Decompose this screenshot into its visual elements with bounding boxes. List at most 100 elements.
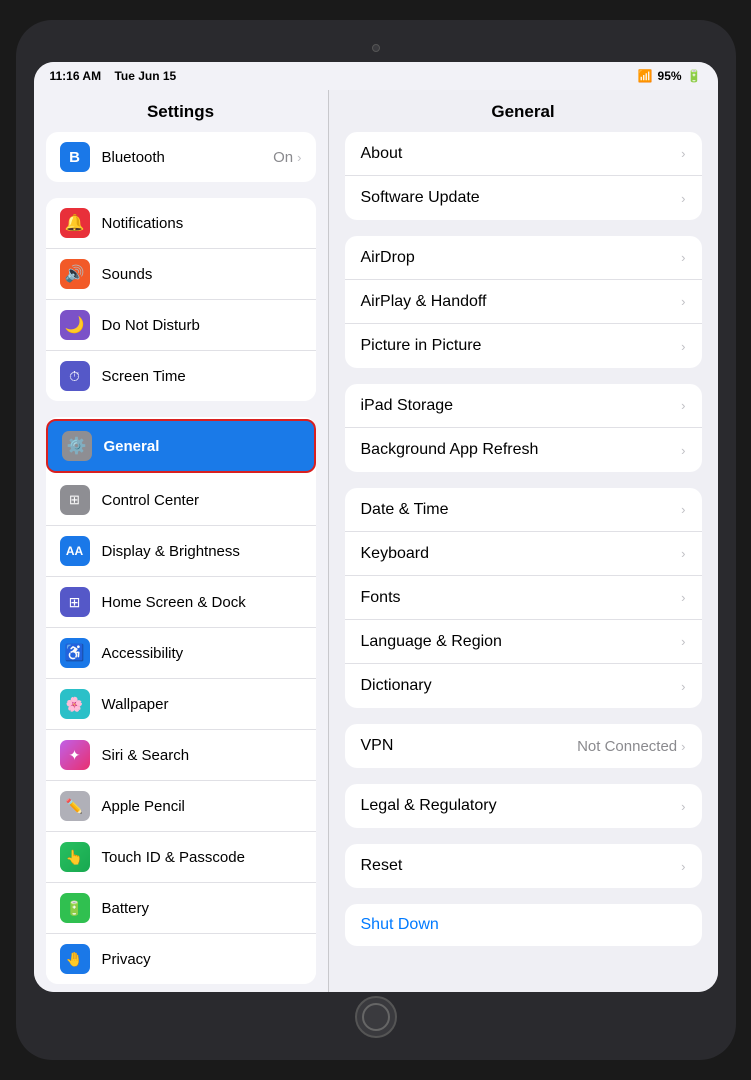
sidebar-item-do-not-disturb[interactable]: 🌙 Do Not Disturb — [46, 300, 316, 351]
sidebar-item-accessibility[interactable]: ♿ Accessibility — [46, 628, 316, 679]
shutdown-button[interactable]: Shut Down — [345, 904, 702, 946]
content-area: Settings B Bluetooth On › — [34, 90, 718, 992]
sidebar-item-battery[interactable]: 🔋 Battery — [46, 883, 316, 934]
fonts-label: Fonts — [361, 589, 682, 607]
screen-time-icon-wrap: ⏱ — [60, 361, 90, 391]
sidebar-item-control-center[interactable]: ⊞ Control Center — [46, 475, 316, 526]
status-right: 📶 95% 🔋 — [638, 69, 702, 83]
control-center-icon: ⊞ — [69, 492, 80, 508]
software-update-chevron: › — [681, 191, 685, 206]
panel-item-airplay-handoff[interactable]: AirPlay & Handoff › — [345, 280, 702, 324]
sidebar-section-bluetooth: B Bluetooth On › — [46, 132, 316, 182]
dnd-label: Do Not Disturb — [102, 317, 302, 334]
time-display: 11:16 AM — [50, 69, 102, 83]
control-center-label: Control Center — [102, 492, 302, 509]
touch-id-icon: 👆 — [66, 849, 83, 866]
legal-label: Legal & Regulatory — [361, 797, 682, 815]
sidebar-item-home-screen[interactable]: ⊞ Home Screen & Dock — [46, 577, 316, 628]
siri-label: Siri & Search — [102, 747, 302, 764]
panel-section-reset: Reset › — [345, 844, 702, 888]
bg-refresh-chevron: › — [681, 443, 685, 458]
panel-item-language-region[interactable]: Language & Region › — [345, 620, 702, 664]
panel-item-software-update[interactable]: Software Update › — [345, 176, 702, 220]
status-bar: 11:16 AM Tue Jun 15 📶 95% 🔋 — [34, 62, 718, 90]
panel-item-fonts[interactable]: Fonts › — [345, 576, 702, 620]
panel-item-about[interactable]: About › — [345, 132, 702, 176]
bluetooth-value: On — [273, 149, 293, 166]
bluetooth-chevron: › — [297, 150, 301, 165]
main-panel: General About › Software Update › AirD — [329, 90, 718, 992]
battery-sidebar-icon: 🔋 — [66, 900, 83, 917]
sidebar-item-siri-search[interactable]: ✦ Siri & Search — [46, 730, 316, 781]
home-screen-icon: ⊞ — [69, 594, 81, 611]
sidebar-item-display-brightness[interactable]: AA Display & Brightness — [46, 526, 316, 577]
screen-time-icon: ⏱ — [69, 368, 80, 385]
pencil-label: Apple Pencil — [102, 798, 302, 815]
reset-chevron: › — [681, 859, 685, 874]
vpn-label: VPN — [361, 737, 578, 755]
panel-item-keyboard[interactable]: Keyboard › — [345, 532, 702, 576]
privacy-icon: 🤚 — [66, 951, 83, 968]
dnd-icon: 🌙 — [65, 315, 85, 335]
display-label: Display & Brightness — [102, 543, 302, 560]
sidebar-item-touch-id[interactable]: 👆 Touch ID & Passcode — [46, 832, 316, 883]
panel-section-airdrop: AirDrop › AirPlay & Handoff › Picture in… — [345, 236, 702, 368]
vpn-chevron: › — [681, 739, 685, 754]
wallpaper-icon-wrap: 🌸 — [60, 689, 90, 719]
sounds-icon-wrap: 🔊 — [60, 259, 90, 289]
sidebar-item-bluetooth[interactable]: B Bluetooth On › — [46, 132, 316, 182]
home-screen-label: Home Screen & Dock — [102, 594, 302, 611]
sidebar-item-screen-time[interactable]: ⏱ Screen Time — [46, 351, 316, 401]
panel-item-background-refresh[interactable]: Background App Refresh › — [345, 428, 702, 472]
vpn-value: Not Connected — [577, 738, 677, 755]
dnd-icon-wrap: 🌙 — [60, 310, 90, 340]
sidebar-section-notifications: 🔔 Notifications 🔊 Sounds 🌙 — [46, 198, 316, 401]
panel-item-picture-in-picture[interactable]: Picture in Picture › — [345, 324, 702, 368]
sounds-label: Sounds — [102, 266, 302, 283]
notifications-icon: 🔔 — [65, 213, 85, 233]
sidebar-item-wallpaper[interactable]: 🌸 Wallpaper — [46, 679, 316, 730]
software-update-label: Software Update — [361, 189, 682, 207]
panel-section-vpn: VPN Not Connected › — [345, 724, 702, 768]
battery-label: Battery — [102, 900, 302, 917]
touch-id-icon-wrap: 👆 — [60, 842, 90, 872]
keyboard-label: Keyboard — [361, 545, 682, 563]
panel-item-airdrop[interactable]: AirDrop › — [345, 236, 702, 280]
bluetooth-label: Bluetooth — [102, 149, 274, 166]
bluetooth-icon-wrap: B — [60, 142, 90, 172]
about-chevron: › — [681, 146, 685, 161]
panel-item-date-time[interactable]: Date & Time › — [345, 488, 702, 532]
panel-item-reset[interactable]: Reset › — [345, 844, 702, 888]
panel-section-legal: Legal & Regulatory › — [345, 784, 702, 828]
panel-item-vpn[interactable]: VPN Not Connected › — [345, 724, 702, 768]
panel-item-dictionary[interactable]: Dictionary › — [345, 664, 702, 708]
sidebar-item-notifications[interactable]: 🔔 Notifications — [46, 198, 316, 249]
sidebar-item-general[interactable]: ⚙️ General — [46, 419, 316, 473]
sidebar-title: Settings — [34, 90, 328, 132]
siri-icon-wrap: ✦ — [60, 740, 90, 770]
sidebar-item-apple-pencil[interactable]: ✏️ Apple Pencil — [46, 781, 316, 832]
about-label: About — [361, 145, 682, 163]
panel-item-legal[interactable]: Legal & Regulatory › — [345, 784, 702, 828]
pencil-icon: ✏️ — [66, 798, 83, 815]
airdrop-chevron: › — [681, 250, 685, 265]
keyboard-chevron: › — [681, 546, 685, 561]
sidebar-item-privacy[interactable]: 🤚 Privacy — [46, 934, 316, 984]
touch-id-label: Touch ID & Passcode — [102, 849, 302, 866]
airdrop-label: AirDrop — [361, 249, 682, 267]
dictionary-label: Dictionary — [361, 677, 682, 695]
privacy-icon-wrap: 🤚 — [60, 944, 90, 974]
home-button[interactable] — [355, 996, 397, 1038]
panel-section-datetime: Date & Time › Keyboard › Fonts › Languag… — [345, 488, 702, 708]
sidebar-section-general: ⚙️ General ⊞ Control Center AA — [46, 417, 316, 984]
sidebar-item-sounds[interactable]: 🔊 Sounds — [46, 249, 316, 300]
device-bottom — [34, 992, 718, 1042]
panel-item-ipad-storage[interactable]: iPad Storage › — [345, 384, 702, 428]
legal-chevron: › — [681, 799, 685, 814]
general-label: General — [104, 438, 300, 455]
privacy-label: Privacy — [102, 951, 302, 968]
screen: 11:16 AM Tue Jun 15 📶 95% 🔋 Settings B — [34, 62, 718, 992]
language-chevron: › — [681, 634, 685, 649]
front-camera — [372, 44, 380, 52]
date-display: Tue Jun 15 — [114, 69, 176, 83]
